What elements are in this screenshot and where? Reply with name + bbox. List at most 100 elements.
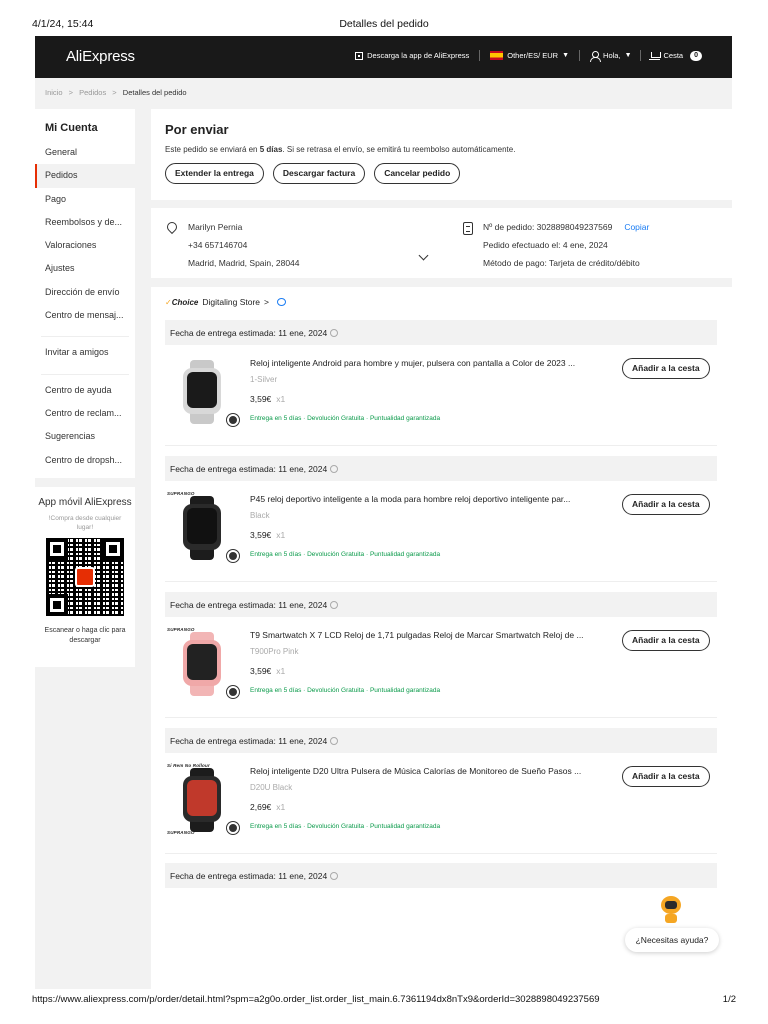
- app-qr-code[interactable]: [46, 538, 124, 616]
- sidebar-heading: Mi Cuenta: [45, 122, 98, 134]
- chat-icon[interactable]: [276, 298, 286, 306]
- sidebar-item-help-center[interactable]: Centro de ayuda: [35, 379, 135, 402]
- store-header[interactable]: ✓Choice Digitaling Store >: [165, 297, 286, 307]
- info-icon[interactable]: [330, 465, 339, 473]
- chevron-down-icon: ▼: [624, 52, 632, 59]
- breadcrumb-separator: >: [112, 88, 117, 97]
- sidebar-item-suggestions[interactable]: Sugerencias: [35, 425, 135, 448]
- add-to-cart-button[interactable]: Añadir a la cesta: [622, 494, 710, 515]
- qr-code-icon: [355, 51, 364, 60]
- info-icon[interactable]: [330, 601, 339, 609]
- delivery-estimate-label: Fecha de entrega estimada: 11 ene, 2024: [170, 464, 328, 474]
- qr-finder-pattern: [46, 538, 68, 560]
- product-row: Si Rem No Rollour SUPRANGO Reloj inteligen…: [165, 758, 717, 858]
- download-invoice-button[interactable]: Descargar factura: [272, 163, 366, 184]
- status-message-after: . Si se retrasa el envío, se emitirá tu …: [282, 145, 516, 154]
- app-card-caption: Escanear o haga clic para descargar: [44, 627, 126, 644]
- sidebar-item-orders[interactable]: Pedidos: [35, 164, 135, 188]
- sidebar-item-payment[interactable]: Pago: [35, 188, 135, 211]
- breadcrumb: Inicio > Pedidos > Detalles del pedido: [35, 78, 732, 109]
- sidebar-item-general[interactable]: General: [35, 141, 135, 164]
- status-message-before: Este pedido se enviará en: [165, 145, 260, 154]
- product-variant: D20U Black: [250, 783, 293, 792]
- sidebar-item-dropshipping[interactable]: Centro de dropsh...: [35, 449, 135, 472]
- choice-label: Choice: [171, 297, 199, 307]
- product-price-row: 3,59€ x1: [250, 666, 285, 676]
- chevron-right-icon: >: [264, 297, 269, 307]
- account-menu[interactable]: Hola, ▼: [590, 50, 632, 62]
- document-icon: [463, 222, 473, 235]
- breadcrumb-home[interactable]: Inicio: [45, 88, 63, 97]
- product-price: 3,59€: [250, 666, 272, 676]
- product-name[interactable]: Reloj inteligente D20 Ultra Pulsera de M…: [250, 766, 605, 776]
- delivery-guarantee-note: Entrega en 5 días · Devolución Gratuita …: [250, 551, 441, 558]
- cancel-order-button[interactable]: Cancelar pedido: [374, 163, 461, 184]
- product-thumbnail[interactable]: SUPRANGO: [167, 491, 239, 562]
- sidebar-item-invite-friends[interactable]: Invitar a amigos: [35, 341, 135, 364]
- delivery-guarantee-note: Entrega en 5 días · Devolución Gratuita …: [250, 415, 441, 422]
- download-app-label: Descarga la app de AliExpress: [367, 51, 470, 60]
- product-name[interactable]: P45 reloj deportivo inteligente a la mod…: [250, 494, 605, 504]
- sidebar-item-refunds[interactable]: Reembolsos y de...: [35, 211, 135, 234]
- print-title: Detalles del pedido: [339, 18, 429, 30]
- order-number-row: Nº de pedido: 3028898049237569 Copiar: [483, 218, 732, 236]
- brand-sticker: SUPRANGO: [167, 627, 195, 632]
- help-bubble[interactable]: ¿Necesitas ayuda?: [625, 928, 719, 952]
- product-price: 3,59€: [250, 394, 272, 404]
- header-tools: Descarga la app de AliExpress Other/ES/ …: [355, 50, 702, 62]
- delivery-estimate-label: Fecha de entrega estimada: 11 ene, 2024: [170, 736, 328, 746]
- shipping-address-card: Marilyn Pernia +34 657146704 Madrid, Mad…: [151, 208, 437, 278]
- product-variant: T900Pro Pink: [250, 647, 299, 656]
- breadcrumb-orders[interactable]: Pedidos: [79, 88, 106, 97]
- product-row: Reloj inteligente Android para hombre y …: [165, 350, 717, 450]
- sidebar-item-shipping-address[interactable]: Dirección de envío: [35, 281, 135, 304]
- add-to-cart-button[interactable]: Añadir a la cesta: [622, 766, 710, 787]
- info-icon[interactable]: [330, 329, 339, 337]
- user-icon: [590, 50, 602, 62]
- extend-delivery-button[interactable]: Extender la entrega: [165, 163, 264, 184]
- cart-icon: [648, 51, 661, 60]
- spain-flag-icon: [490, 51, 504, 60]
- product-price-row: 3,59€ x1: [250, 394, 285, 404]
- status-message-days: 5 días: [259, 145, 283, 154]
- product-thumbnail[interactable]: [167, 356, 239, 426]
- store-name[interactable]: Digitaling Store: [202, 297, 260, 307]
- order-status-message: Este pedido se enviará en 5 días. Si se …: [165, 145, 732, 154]
- product-name[interactable]: T9 Smartwatch X 7 LCD Reloj de 1,71 pulg…: [250, 630, 605, 640]
- help-widget[interactable]: ¿Necesitas ayuda?: [625, 894, 719, 954]
- sidebar-item-claims-center[interactable]: Centro de reclam...: [35, 402, 135, 425]
- divider: [41, 327, 129, 338]
- order-placed-date: Pedido efectuado el: 4 ene, 2024: [483, 240, 608, 250]
- delivery-estimate-bar: Fecha de entrega estimada: 11 ene, 2024: [165, 592, 717, 617]
- info-icon[interactable]: [330, 737, 339, 745]
- delivery-estimate-bar: Fecha de entrega estimada: 11 ene, 2024: [165, 320, 717, 345]
- divider: [479, 50, 481, 61]
- add-to-cart-button[interactable]: Añadir a la cesta: [622, 358, 710, 379]
- sidebar-item-messages[interactable]: Centro de mensaj...: [35, 304, 135, 327]
- cart-link[interactable]: Cesta 0: [648, 50, 702, 61]
- download-app-link[interactable]: Descarga la app de AliExpress: [355, 51, 469, 60]
- divider: [41, 365, 129, 375]
- print-page-number: 1/2: [722, 994, 736, 1005]
- aliexpress-logo[interactable]: AliExpress: [66, 48, 135, 65]
- product-thumbnail[interactable]: Si Rem No Rollour SUPRANGO: [167, 763, 239, 835]
- order-status-title: Por enviar: [165, 122, 229, 137]
- sidebar-item-reviews[interactable]: Valoraciones: [35, 234, 135, 257]
- robot-body: [665, 914, 677, 923]
- add-to-cart-button[interactable]: Añadir a la cesta: [622, 630, 710, 651]
- locale-selector[interactable]: Other/ES/ EUR ▼: [490, 51, 569, 60]
- payment-method: Método de pago: Tarjeta de crédito/débit…: [483, 258, 640, 268]
- copy-order-number-link[interactable]: Copiar: [624, 222, 649, 232]
- product-name[interactable]: Reloj inteligente Android para hombre y …: [250, 358, 605, 368]
- divider: [639, 50, 641, 61]
- location-pin-icon: [164, 219, 180, 235]
- info-icon[interactable]: [330, 872, 339, 880]
- product-badge-icon: [227, 550, 239, 562]
- cart-count-badge: 0: [690, 50, 702, 61]
- sidebar-item-settings[interactable]: Ajustes: [35, 257, 135, 280]
- qr-finder-pattern: [46, 594, 68, 616]
- product-thumbnail[interactable]: SUPRANGO: [167, 627, 239, 698]
- product-price-row: 2,69€ x1: [250, 802, 285, 812]
- product-price: 2,69€: [250, 802, 272, 812]
- mobile-app-card: App móvil AliExpress !Compra desde cualq…: [35, 487, 135, 667]
